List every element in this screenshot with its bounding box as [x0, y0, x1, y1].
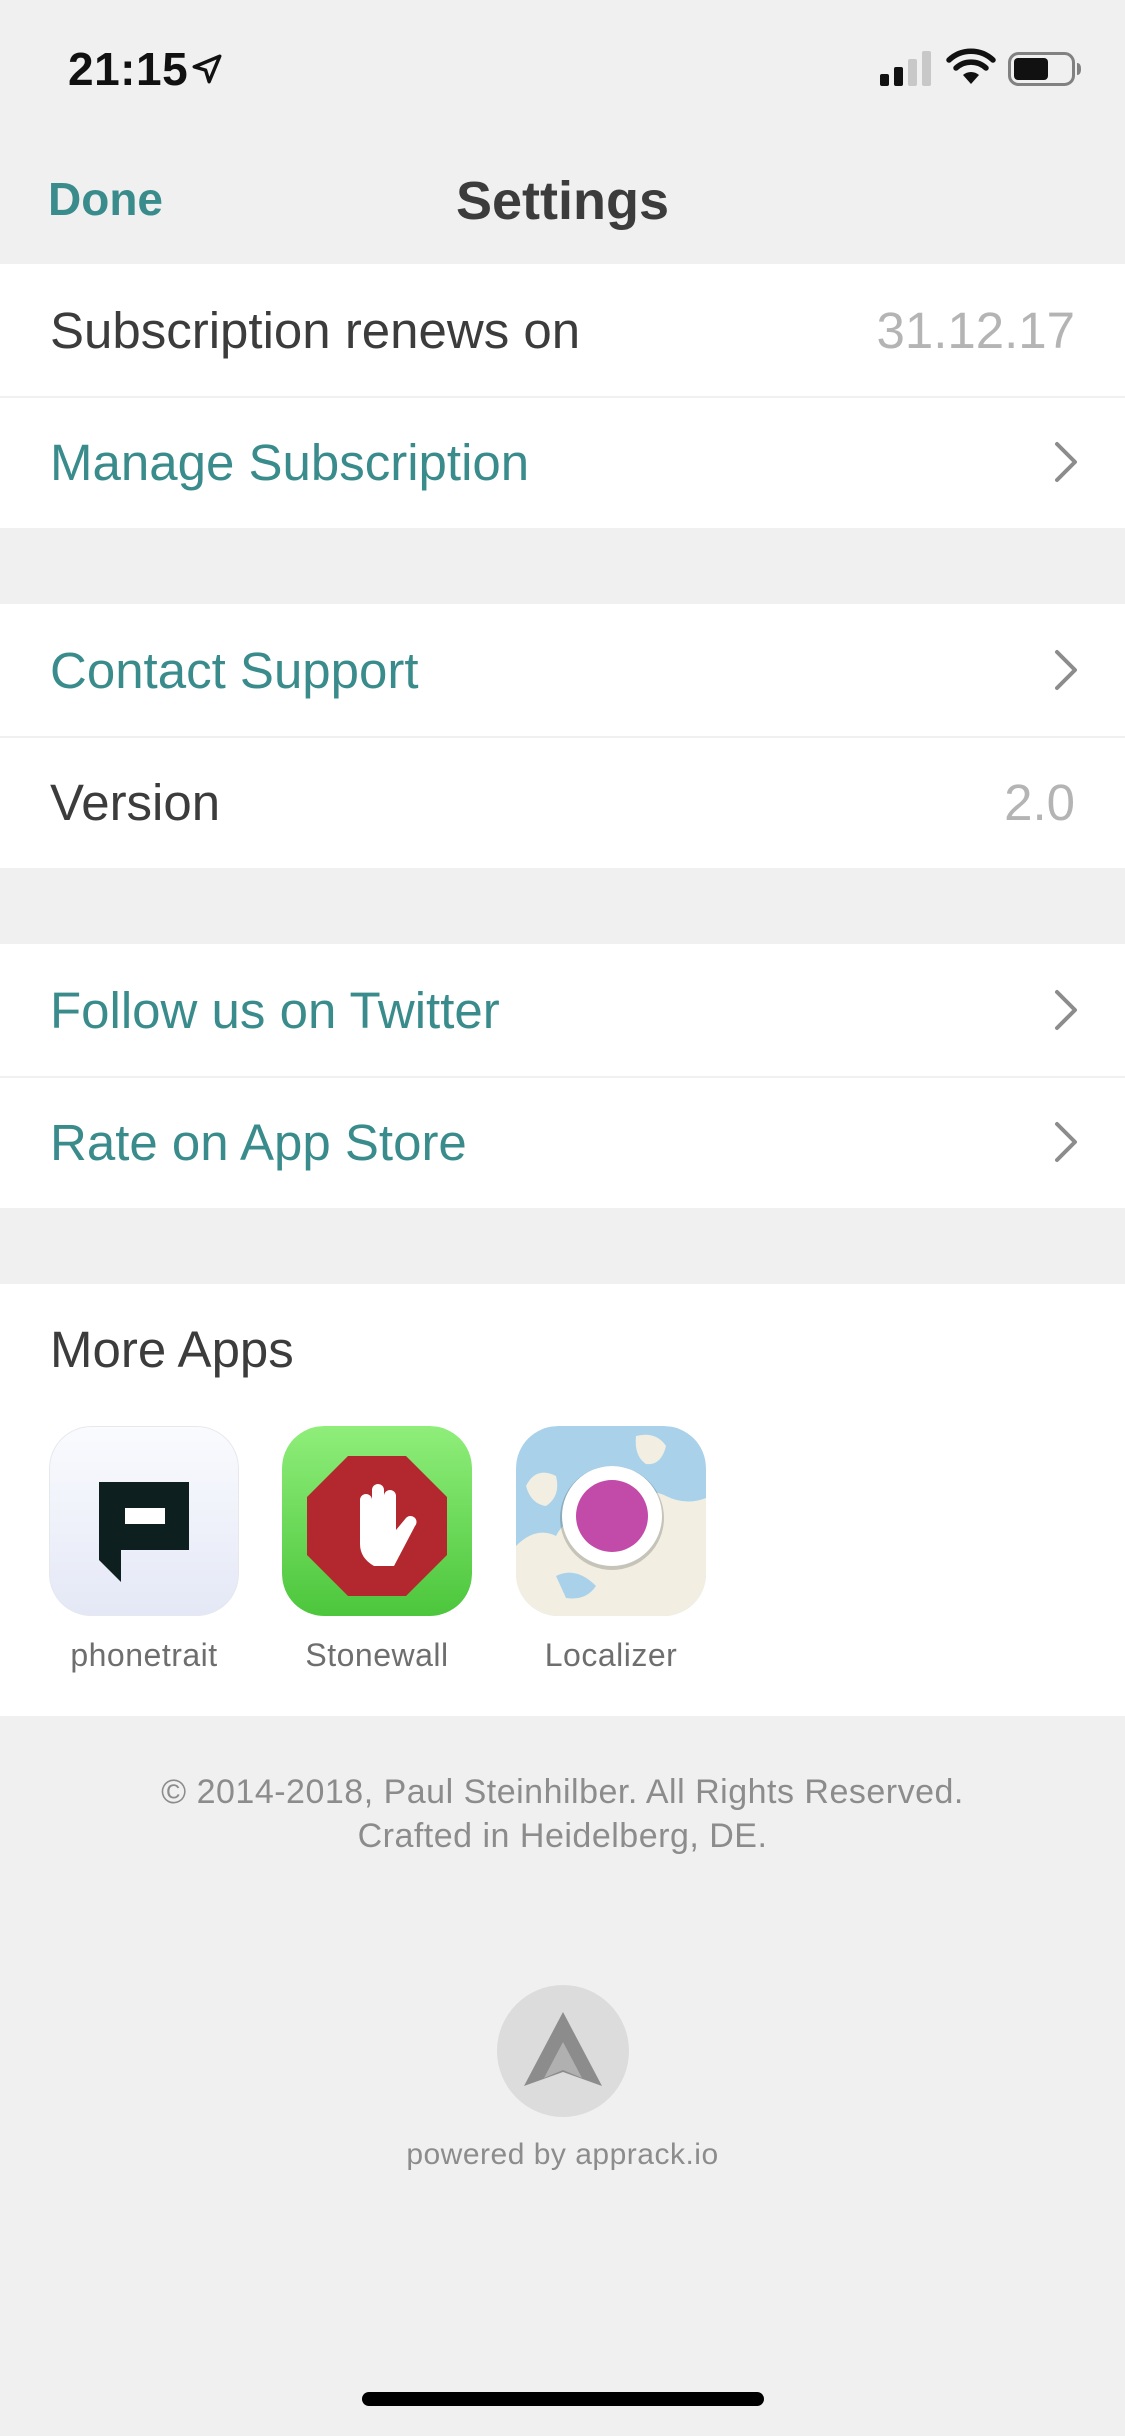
phonetrait-app-icon	[49, 1426, 239, 1616]
status-bar: 21:15	[0, 0, 1125, 132]
follow-twitter-row[interactable]: Follow us on Twitter	[0, 944, 1125, 1076]
rate-app-store-label: Rate on App Store	[50, 1113, 467, 1171]
subscription-renews-label: Subscription renews on	[50, 301, 581, 359]
follow-twitter-label: Follow us on Twitter	[50, 981, 500, 1039]
subscription-section: Subscription renews on 31.12.17 Manage S…	[0, 264, 1125, 528]
version-label: Version	[50, 773, 221, 831]
chevron-right-icon	[1055, 442, 1077, 482]
manage-subscription-label: Manage Subscription	[50, 433, 530, 491]
chevron-right-icon	[1055, 1122, 1077, 1162]
more-app-stonewall[interactable]: Stonewall	[281, 1426, 473, 1674]
chevron-right-icon	[1055, 990, 1077, 1030]
subscription-renews-row: Subscription renews on 31.12.17	[0, 264, 1125, 396]
more-apps-title: More Apps	[50, 1321, 294, 1378]
localizer-app-icon	[516, 1426, 706, 1616]
more-app-localizer[interactable]: Localizer	[515, 1426, 707, 1674]
social-section: Follow us on Twitter Rate on App Store	[0, 944, 1125, 1208]
navigation-bar: Done Settings	[0, 132, 1125, 264]
powered-by-text[interactable]: powered by apprack.io	[0, 2138, 1125, 2172]
cellular-signal-icon	[880, 51, 931, 86]
page-title: Settings	[455, 171, 670, 231]
contact-support-label: Contact Support	[50, 641, 419, 699]
wifi-icon	[946, 48, 996, 84]
location-arrow-icon	[192, 54, 222, 84]
app-name: phonetrait	[70, 1637, 218, 1673]
more-app-phonetrait[interactable]: phonetrait	[48, 1426, 240, 1674]
version-row: Version 2.0	[0, 736, 1125, 868]
manage-subscription-row[interactable]: Manage Subscription	[0, 396, 1125, 528]
battery-icon	[1008, 52, 1081, 86]
apprack-logo-icon[interactable]	[496, 1984, 630, 2118]
support-section: Contact Support Version 2.0	[0, 604, 1125, 868]
app-name: Localizer	[544, 1637, 678, 1673]
status-time: 21:15	[68, 43, 189, 95]
version-value: 2.0	[1004, 773, 1075, 831]
footer-copyright: © 2014-2018, Paul Steinhilber. All Right…	[0, 1770, 1125, 1858]
rate-app-store-row[interactable]: Rate on App Store	[0, 1076, 1125, 1208]
chevron-right-icon	[1055, 650, 1077, 690]
app-name: Stonewall	[305, 1637, 449, 1673]
contact-support-row[interactable]: Contact Support	[0, 604, 1125, 736]
copyright-text: © 2014-2018, Paul Steinhilber. All Right…	[161, 1773, 964, 1811]
more-apps-section: More Apps phonetrait Stonewall Localizer	[0, 1284, 1125, 1716]
crafted-text: Crafted in Heidelberg, DE.	[357, 1817, 768, 1855]
stonewall-app-icon	[282, 1426, 472, 1616]
home-indicator[interactable]	[362, 2392, 764, 2406]
subscription-renews-value: 31.12.17	[876, 301, 1075, 359]
